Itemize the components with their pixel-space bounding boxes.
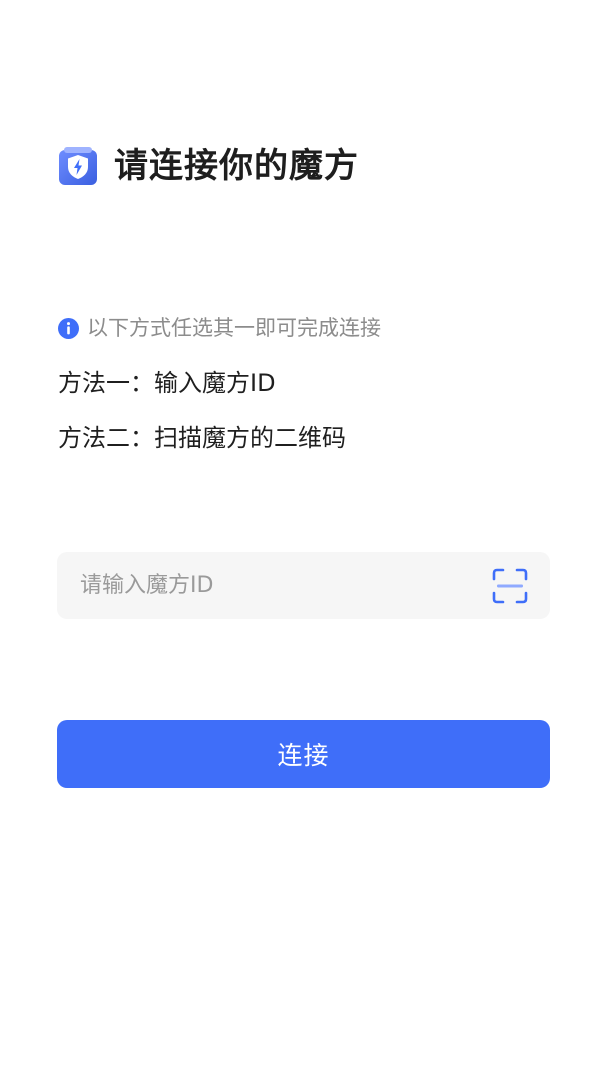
info-icon xyxy=(58,317,79,339)
cube-id-input-box xyxy=(57,552,550,619)
scan-icon[interactable] xyxy=(492,568,528,604)
method-two-text: 方法二：扫描魔方的二维码 xyxy=(58,424,346,452)
cube-id-input[interactable] xyxy=(80,565,492,606)
shield-lightning-icon xyxy=(59,147,97,185)
hint-text: 以下方式任选其一即可完成连接 xyxy=(87,316,381,340)
method-one-text: 方法一：输入魔方ID xyxy=(58,369,276,397)
connection-hint: 以下方式任选其一即可完成连接 xyxy=(58,312,381,344)
connect-button[interactable]: 连接 xyxy=(57,720,550,788)
page-title: 请连接你的魔方 xyxy=(114,146,359,186)
page-header: 请连接你的魔方 xyxy=(58,142,359,190)
